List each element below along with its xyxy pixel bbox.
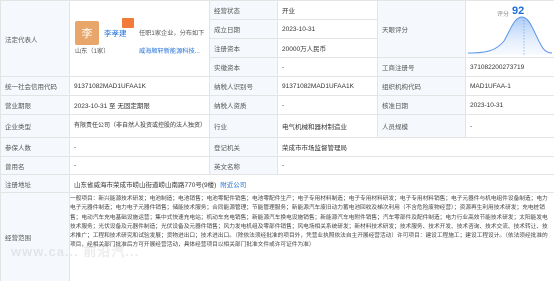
reg-status-label: 经营状态	[210, 1, 278, 20]
watermark: www.ca... 前沿汽...	[11, 244, 140, 259]
industry-label: 行业	[210, 115, 278, 138]
nearby-companies-link[interactable]: 附近公司	[220, 179, 246, 189]
taxpayer-qual-value: -	[278, 96, 378, 115]
term-label: 营业期限	[1, 96, 70, 115]
legal-rep-company-link[interactable]: 威海顺轩新能源科技...	[139, 46, 200, 55]
term-value: 2023-10-31 至 无固定期限	[70, 96, 210, 115]
legal-rep-role: 任职1家企业，分布如下	[139, 30, 205, 37]
taxpayer-id-label: 纳税人识别号	[210, 77, 278, 96]
rating-score: 92	[512, 5, 525, 17]
reg-status-value: 开业	[278, 1, 378, 20]
company-type-value: 有限责任公司（非自然人投资或控股的法人独资）	[70, 115, 210, 138]
address-value: 山东省威海市荣成市崂山街道崂山南路770号(9楼)	[74, 181, 217, 189]
former-name-label: 曾用名	[1, 157, 70, 175]
rating-chart[interactable]	[466, 3, 553, 57]
english-name-value: -	[278, 157, 554, 175]
registrar-label: 登记机关	[210, 138, 278, 157]
taxpayer-qual-label: 纳税人资质	[210, 96, 278, 115]
org-code-value: MAD1UFAA-1	[466, 77, 554, 96]
pill-badge	[122, 18, 134, 28]
legal-rep-label: 法定代表人	[1, 1, 70, 77]
address-cell: 山东省威海市荣成市崂山街道崂山南路770号(9楼) 附近公司	[70, 175, 554, 193]
former-name-value: -	[70, 157, 210, 175]
credit-code-label: 统一社会信用代码	[1, 77, 70, 96]
reg-capital-value: 20000万人民币	[278, 39, 378, 58]
approved-date-value: 2023-10-31	[466, 96, 554, 115]
insured-value: -	[70, 138, 210, 157]
english-name-label: 英文名称	[210, 157, 278, 175]
insured-label: 参保人数	[1, 138, 70, 157]
company-type-label: 企业类型	[1, 115, 70, 138]
scope-label: 经营范围	[1, 193, 70, 281]
company-info-table: 法定代表人 李 李孝建 任职1家企业，分布如下 山东（1家） 威海顺轩新能源科技…	[0, 0, 554, 281]
biz-reg-no-label: 工商注册号	[378, 58, 466, 77]
industry-value: 电气机械和器材制造业	[278, 115, 378, 138]
legal-rep-province: 山东（1家）	[75, 48, 110, 55]
scope-text: 一般项目：新兴能源技术研发；电池制造；电池销售；电池零配件销售；电池零配件生产；…	[70, 196, 548, 249]
registrar-value: 荣成市市场监督管理局	[278, 138, 554, 157]
legal-rep-name[interactable]: 李孝建	[104, 28, 127, 39]
founded-label: 成立日期	[210, 20, 278, 39]
address-label: 注册地址	[1, 175, 70, 193]
paid-capital-value: -	[278, 58, 378, 77]
founded-value: 2023-10-31	[278, 20, 378, 39]
staff-size-value: -	[466, 115, 554, 138]
credit-code-value: 91371082MAD1UFAA1K	[70, 77, 210, 96]
taxpayer-id-value: 91371082MAD1UFAA1K	[278, 77, 378, 96]
avatar[interactable]: 李	[75, 21, 99, 45]
rating-label: 天眼评分	[378, 1, 466, 58]
rating-score-label: 评分	[497, 12, 510, 18]
rating-curve	[467, 16, 553, 55]
org-code-label: 组织机构代码	[378, 77, 466, 96]
reg-capital-label: 注册资本	[210, 39, 278, 58]
biz-reg-no-value: 371082200273719	[466, 58, 554, 77]
paid-capital-label: 实缴资本	[210, 58, 278, 77]
staff-size-label: 人员规模	[378, 115, 466, 138]
approved-date-label: 核准日期	[378, 96, 466, 115]
